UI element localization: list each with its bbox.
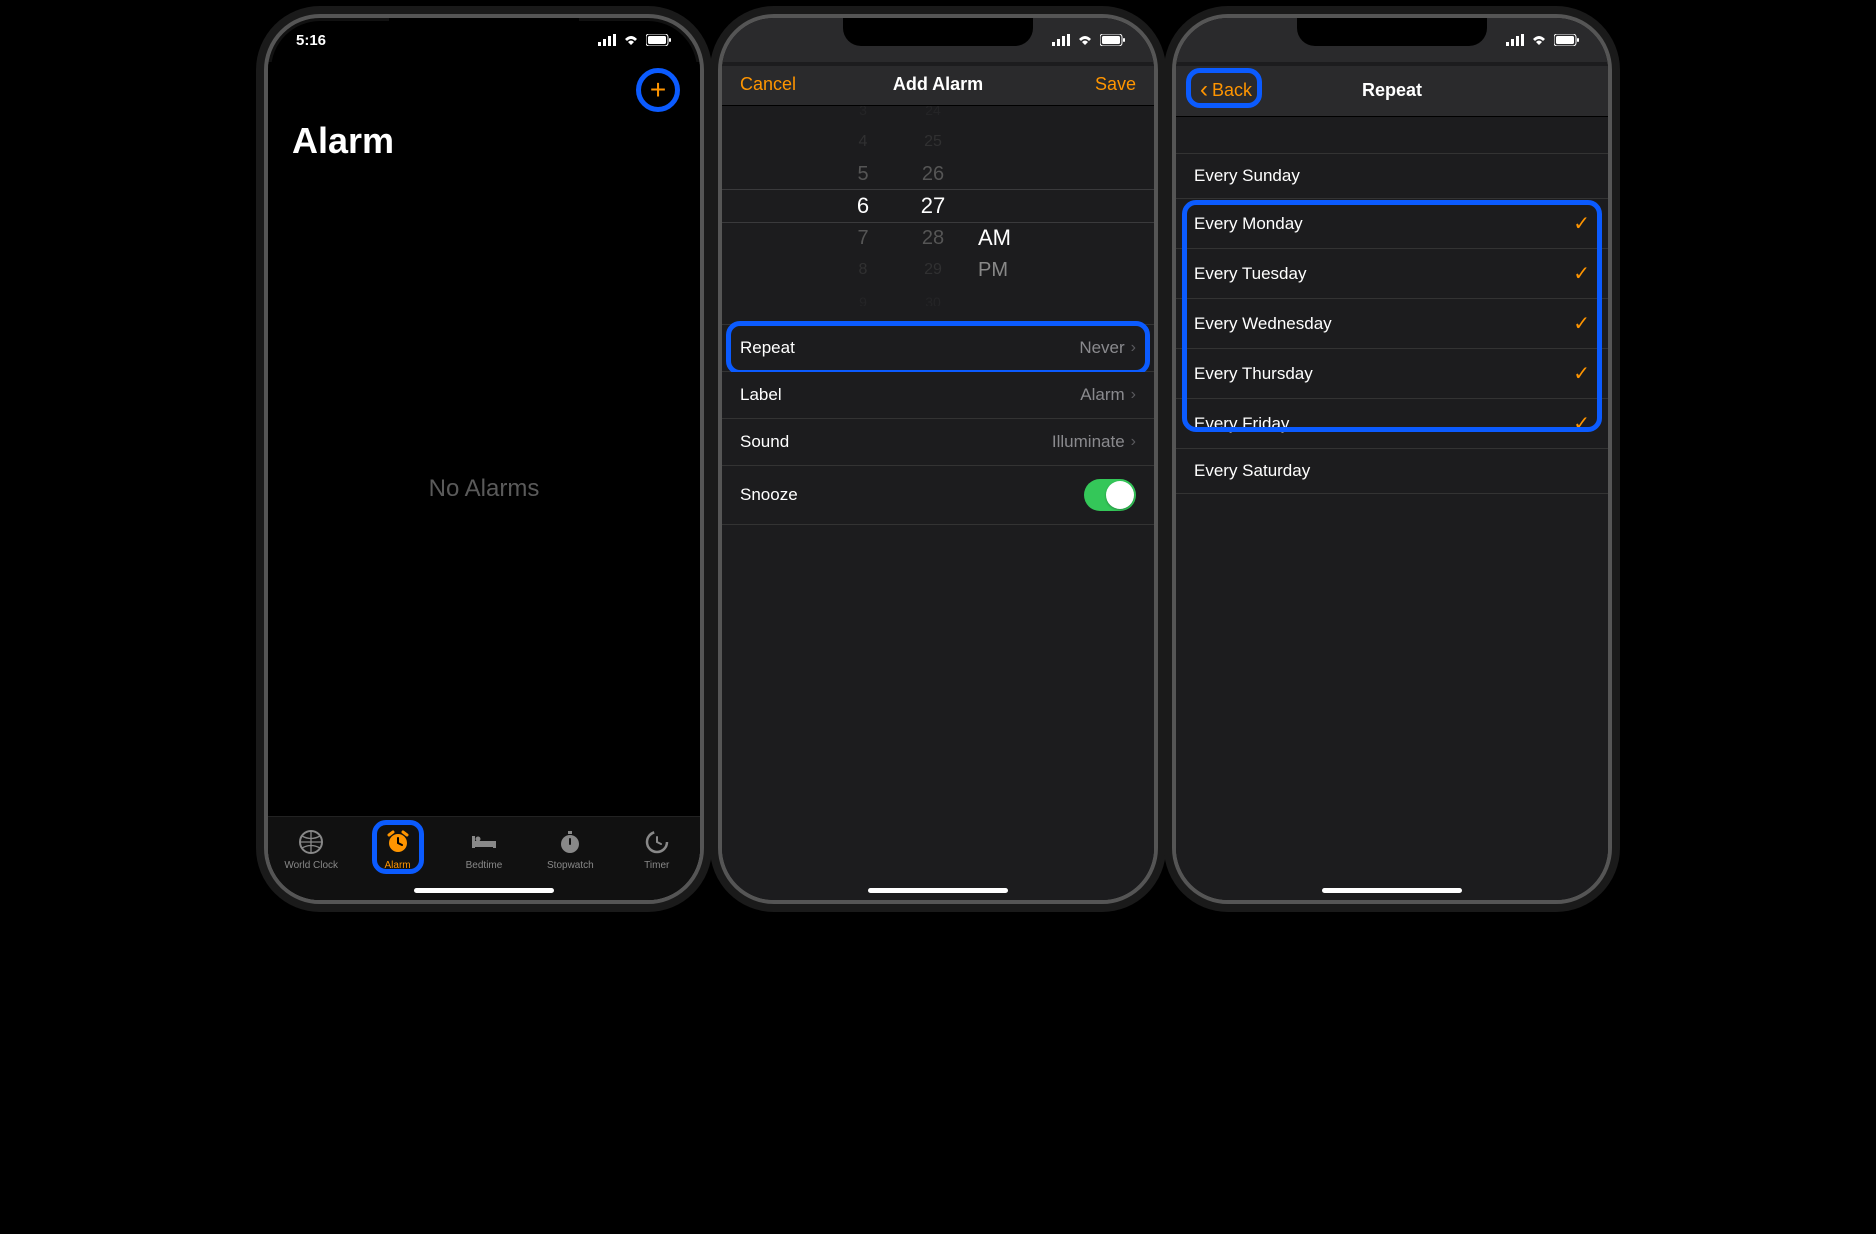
day-friday[interactable]: Every Friday ✓ (1176, 399, 1608, 449)
sound-row[interactable]: Sound Illuminate › (722, 419, 1154, 466)
day-saturday[interactable]: Every Saturday (1176, 449, 1608, 494)
phone-repeat: ‹ Back Repeat Every Sunday Every Monday … (1172, 14, 1612, 904)
status-right (1506, 34, 1580, 46)
row-value: Never (1079, 338, 1124, 358)
label-row[interactable]: Label Alarm › (722, 372, 1154, 419)
highlight-ring (372, 820, 424, 874)
home-indicator[interactable] (414, 888, 554, 893)
nav-title: Repeat (1362, 80, 1422, 101)
add-alarm-button[interactable]: + (636, 68, 680, 112)
home-indicator[interactable] (1322, 888, 1462, 893)
day-label: Every Sunday (1194, 166, 1300, 186)
check-icon: ✓ (1573, 311, 1590, 336)
minute-picker[interactable]: 24 25 26 27 28 29 30 (898, 106, 968, 306)
row-label: Snooze (740, 485, 798, 505)
globe-icon (297, 828, 325, 856)
wifi-icon (1530, 34, 1548, 46)
phone-add-alarm: Cancel Add Alarm Save 3 4 5 6 7 8 9 24 2… (718, 14, 1158, 904)
highlight-ring (1186, 68, 1262, 108)
wifi-icon (622, 34, 640, 46)
status-time: 5:16 (296, 32, 326, 49)
notch (1297, 18, 1487, 46)
status-right (598, 34, 672, 46)
day-tuesday[interactable]: Every Tuesday ✓ (1176, 249, 1608, 299)
navbar: Cancel Add Alarm Save (722, 66, 1154, 106)
cancel-button[interactable]: Cancel (740, 74, 796, 95)
cellular-icon (1506, 34, 1524, 46)
navbar: ‹ Back Repeat (1176, 66, 1608, 117)
cellular-icon (598, 34, 616, 46)
chevron-right-icon: › (1131, 386, 1136, 404)
wifi-icon (1076, 34, 1094, 46)
timer-icon (643, 828, 671, 856)
tab-timer[interactable]: Timer (625, 828, 689, 871)
empty-state: No Alarms (268, 162, 700, 816)
row-label: Label (740, 385, 782, 405)
time-picker[interactable]: 3 4 5 6 7 8 9 24 25 26 27 28 29 30 (722, 106, 1154, 306)
check-icon: ✓ (1573, 261, 1590, 286)
battery-icon (646, 34, 672, 46)
tab-alarm[interactable]: Alarm (366, 828, 430, 871)
status-right (1052, 34, 1126, 46)
nav-title: Add Alarm (893, 74, 983, 95)
row-value: Illuminate (1052, 432, 1125, 452)
tab-label: Stopwatch (547, 860, 594, 871)
tab-bedtime[interactable]: Bedtime (452, 828, 516, 871)
page-title: Alarm (268, 112, 700, 162)
tab-label: Bedtime (466, 860, 503, 871)
day-wednesday[interactable]: Every Wednesday ✓ (1176, 299, 1608, 349)
day-label: Every Wednesday (1194, 314, 1332, 334)
battery-icon (1554, 34, 1580, 46)
save-button[interactable]: Save (1095, 74, 1136, 95)
day-label: Every Monday (1194, 214, 1303, 234)
day-list: Every Sunday Every Monday ✓ Every Tuesda… (1176, 153, 1608, 494)
highlight-ring (636, 68, 680, 112)
row-label: Repeat (740, 338, 795, 358)
chevron-right-icon: › (1131, 433, 1136, 451)
bed-icon (470, 828, 498, 856)
tab-label: Timer (644, 860, 669, 871)
alarm-settings-list: Repeat Never › Label Alarm › Sound Illumin… (722, 324, 1154, 525)
day-monday[interactable]: Every Monday ✓ (1176, 199, 1608, 249)
notch (843, 18, 1033, 46)
check-icon: ✓ (1573, 361, 1590, 386)
back-button[interactable]: ‹ Back (1194, 74, 1258, 106)
day-thursday[interactable]: Every Thursday ✓ (1176, 349, 1608, 399)
ampm-picker[interactable]: AM PM (968, 126, 1048, 286)
home-indicator[interactable] (868, 888, 1008, 893)
day-label: Every Saturday (1194, 461, 1310, 481)
check-icon: ✓ (1573, 211, 1590, 236)
cellular-icon (1052, 34, 1070, 46)
stopwatch-icon (556, 828, 584, 856)
battery-icon (1100, 34, 1126, 46)
hour-picker[interactable]: 3 4 5 6 7 8 9 (828, 106, 898, 306)
day-sunday[interactable]: Every Sunday (1176, 154, 1608, 199)
snooze-toggle[interactable] (1084, 479, 1136, 511)
phone-alarm-list: 5:16 + Alarm No Alarms World Clock (264, 14, 704, 904)
repeat-row[interactable]: Repeat Never › (722, 325, 1154, 372)
day-label: Every Tuesday (1194, 264, 1306, 284)
check-icon: ✓ (1573, 411, 1590, 436)
chevron-right-icon: › (1131, 339, 1136, 357)
notch (389, 18, 579, 46)
day-label: Every Thursday (1194, 364, 1313, 384)
tab-stopwatch[interactable]: Stopwatch (538, 828, 602, 871)
row-value: Alarm (1080, 385, 1124, 405)
row-label: Sound (740, 432, 789, 452)
tab-world-clock[interactable]: World Clock (279, 828, 343, 871)
day-label: Every Friday (1194, 414, 1289, 434)
snooze-row: Snooze (722, 466, 1154, 525)
tab-label: World Clock (284, 860, 338, 871)
